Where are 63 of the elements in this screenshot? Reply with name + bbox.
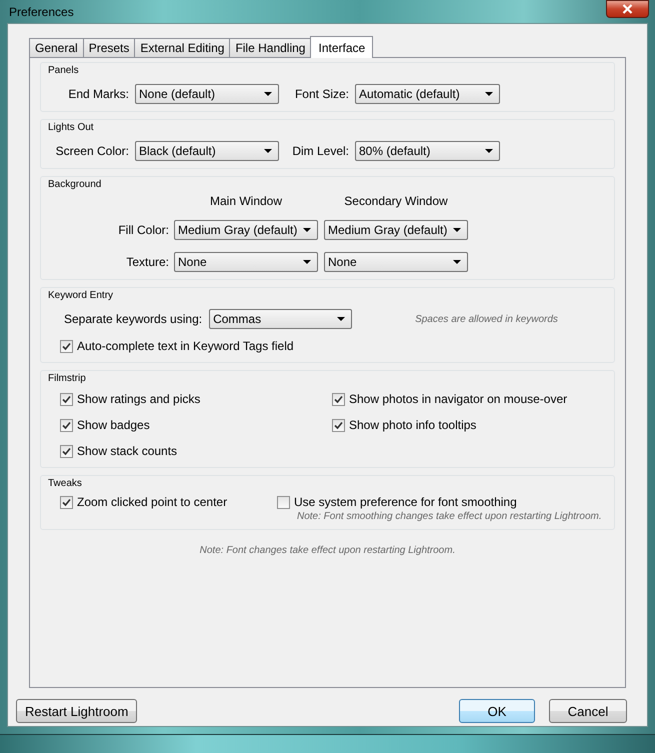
checkbox[interactable]	[60, 340, 73, 352]
field-label: Font Size:	[294, 87, 349, 101]
caret-icon	[264, 92, 272, 96]
checkbox-label: Zoom clicked point to center	[77, 495, 228, 509]
dialog-button[interactable]: OK	[459, 699, 535, 723]
group-title: Background	[48, 179, 102, 190]
dropdown[interactable]: 80% (default)	[355, 141, 500, 161]
checkbox[interactable]	[332, 392, 345, 406]
tab[interactable]: External Editing	[134, 38, 230, 57]
field-label: Fill Color:	[117, 223, 169, 237]
checkbox-label: Auto-complete text in Keyword Tags field	[77, 339, 294, 353]
dropdown[interactable]: Medium Gray (default)	[324, 220, 468, 240]
caret-icon	[453, 228, 461, 232]
group-title: Panels	[48, 65, 80, 76]
checkbox[interactable]	[332, 418, 345, 432]
checkbox-label: Use system preference for font smoothing	[294, 495, 517, 509]
group-title: Lights Out	[48, 122, 95, 133]
restart-button[interactable]: Restart Lightroom	[16, 699, 138, 723]
checkbox[interactable]	[60, 444, 73, 458]
dropdown[interactable]: Black (default)	[135, 141, 279, 161]
caret-icon	[453, 260, 461, 264]
caret-icon	[485, 149, 493, 153]
field-label: Texture:	[125, 255, 169, 269]
dropdown[interactable]: None (default)	[135, 84, 279, 104]
caret-icon	[264, 149, 272, 153]
dialog-button[interactable]: Cancel	[549, 699, 627, 723]
checkbox-label: Show stack counts	[77, 444, 178, 458]
tab[interactable]: File Handling	[229, 38, 312, 57]
note-text: Note: Font smoothing changes take effect upon restarting Lightroom.	[297, 511, 603, 522]
checkbox[interactable]	[60, 392, 73, 406]
caret-icon	[303, 260, 311, 264]
caret-icon	[337, 317, 346, 321]
group-title: Tweaks	[48, 478, 83, 489]
field-label: Dim Level:	[291, 144, 349, 158]
hint-text: Spaces are allowed in keywords	[415, 314, 558, 324]
checkbox-label: Show ratings and picks	[77, 392, 200, 406]
dropdown[interactable]: None	[324, 252, 468, 272]
tab[interactable]: General	[29, 38, 84, 57]
tab[interactable]: Presets	[82, 38, 136, 57]
close-icon	[622, 4, 633, 14]
checkbox[interactable]	[60, 496, 73, 508]
checkbox[interactable]	[277, 496, 290, 508]
field-label: Screen Color:	[54, 144, 129, 158]
dropdown[interactable]: None	[174, 252, 318, 272]
note-text: Note: Font changes take effect upon restarting Lightroom.	[200, 545, 456, 556]
group-title: Keyword Entry	[48, 290, 114, 301]
tab[interactable]: Interface	[310, 36, 374, 58]
caret-icon	[303, 228, 311, 232]
dropdown[interactable]: Automatic (default)	[355, 84, 500, 104]
field-label: Separate keywords using:	[64, 312, 202, 326]
checkbox[interactable]	[60, 418, 73, 432]
window-title: Preferences	[9, 4, 74, 18]
close-button[interactable]	[606, 0, 649, 18]
dropdown[interactable]: Commas	[209, 309, 352, 329]
dropdown[interactable]: Medium Gray (default)	[174, 220, 318, 240]
checkbox-label: Show badges	[77, 418, 150, 432]
checkbox-label: Show photos in navigator on mouse-over	[349, 392, 568, 406]
checkbox-label: Show photo info tooltips	[349, 418, 476, 432]
group-title: Filmstrip	[48, 373, 87, 384]
caret-icon	[485, 92, 493, 96]
column-header: Secondary Window	[343, 194, 449, 208]
column-header: Main Window	[208, 194, 284, 208]
field-label: End Marks:	[67, 87, 129, 101]
